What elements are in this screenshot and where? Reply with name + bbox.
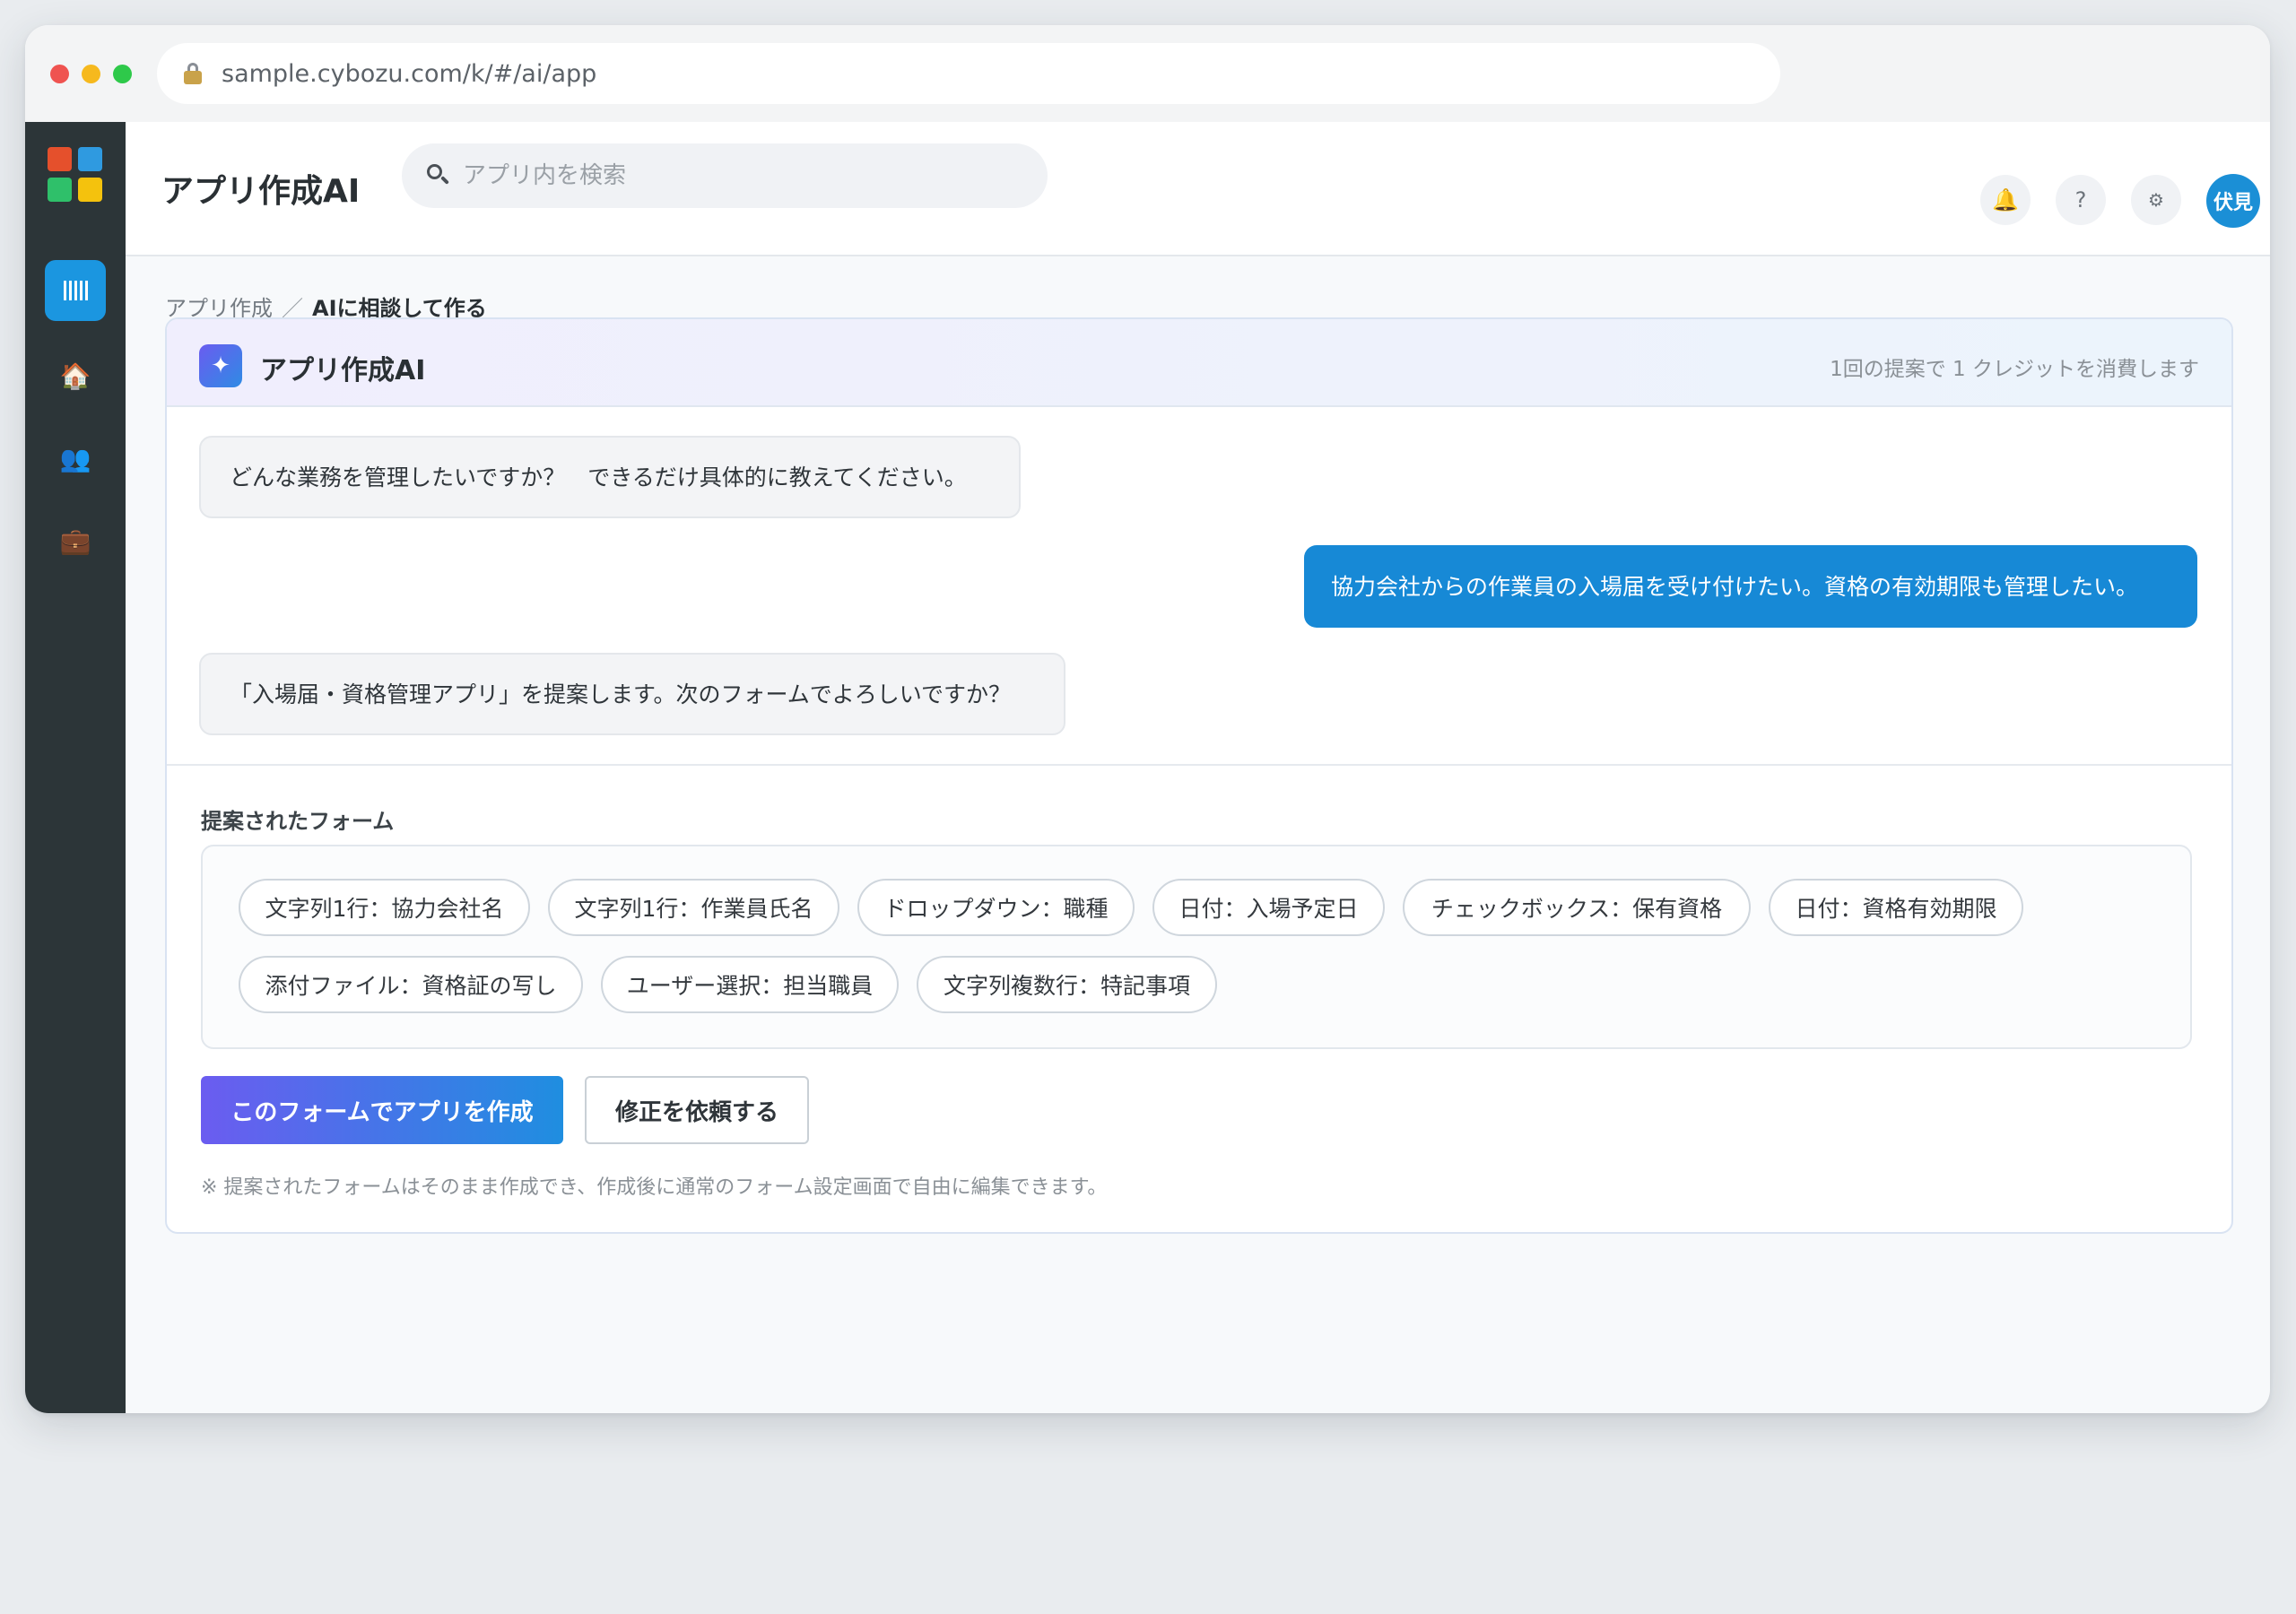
app-header: アプリ作成AI 🔔 ? ⚙ 伏見 [126,122,2270,256]
url-text[interactable]: sample.cybozu.com/k/#/ai/app [222,60,596,88]
create-app-button[interactable]: このフォームでアプリを作成 [201,1076,563,1144]
ai-assistant-panel: ✦ アプリ作成AI 1回の提案で 1 クレジットを消費します どんな業務を管理し… [165,317,2233,1234]
minimize-window-button[interactable] [82,65,100,83]
search-input[interactable] [461,161,1003,190]
address-bar[interactable]: sample.cybozu.com/k/#/ai/app [157,43,1780,104]
field-chip[interactable]: 日付：資格有効期限 [1769,879,2023,936]
help-icon: ? [2074,187,2087,213]
ai-message: どんな業務を管理したいですか？ できるだけ具体的に教えてください。 [199,436,1021,518]
bell-icon: 🔔 [1992,187,2019,213]
sidebar-item-people[interactable]: 👥 [45,429,106,490]
field-chip[interactable]: 文字列1行：協力会社名 [239,879,530,936]
house-icon: 🏠 [59,361,91,391]
browser-window: sample.cybozu.com/k/#/ai/app 🏠 👥 💼 アプリ作成… [25,25,2270,1413]
user-message: 協力会社からの作業員の入場届を受け付けたい。資格の有効期限も管理したい。 [1304,545,2197,628]
gear-icon: ⚙ [2148,189,2164,211]
field-chip[interactable]: 日付：入場予定日 [1152,879,1385,936]
close-window-button[interactable] [50,65,69,83]
maximize-window-button[interactable] [113,65,132,83]
notifications-button[interactable]: 🔔 [1980,175,2031,225]
sidebar: 🏠 👥 💼 [25,122,126,1413]
avatar[interactable]: 伏見 [2206,174,2260,228]
help-note: ※ 提案されたフォームはそのまま作成でき、作成後に通常のフォーム設定画面で自由に… [201,1176,1108,1199]
search-icon [427,164,450,187]
field-chip[interactable]: ユーザー選択：担当職員 [601,956,899,1013]
ai-message: 「入場届・資格管理アプリ」を提案します。次のフォームでよろしいですか？ [199,653,1065,735]
sparkle-icon: ✦ [199,344,242,387]
field-chip[interactable]: 添付ファイル：資格証の写し [239,956,583,1013]
field-chip[interactable]: チェックボックス：保有資格 [1403,879,1751,936]
sidebar-item-home[interactable]: 🏠 [45,346,106,407]
field-chip[interactable]: ドロップダウン：職種 [857,879,1135,936]
panel-title: アプリ作成AI [260,355,426,386]
sidebar-item-space[interactable]: 💼 [45,511,106,572]
app-logo-icon[interactable] [48,147,103,203]
credit-note: 1回の提案で 1 クレジットを消費します [1830,358,2199,381]
field-chip[interactable]: 文字列1行：作業員氏名 [548,879,839,936]
apps-grid-icon [63,281,88,300]
browser-chrome: sample.cybozu.com/k/#/ai/app [25,25,2270,122]
proposed-fields-box: 文字列1行：協力会社名 文字列1行：作業員氏名 ドロップダウン：職種 日付：入場… [201,845,2192,1049]
request-revision-button[interactable]: 修正を依頼する [585,1076,809,1144]
folder-icon: 💼 [59,526,91,556]
people-icon: 👥 [59,444,91,473]
lock-icon [184,63,202,84]
divider [167,764,2231,766]
search-box[interactable] [402,143,1048,208]
page-title: アプリ作成AI [161,173,361,210]
form-section-label: 提案されたフォーム [201,809,395,834]
help-button[interactable]: ? [2056,175,2106,225]
panel-header: ✦ アプリ作成AI 1回の提案で 1 クレジットを消費します [167,319,2231,407]
field-chip[interactable]: 文字列複数行：特記事項 [917,956,1217,1013]
settings-button[interactable]: ⚙ [2131,175,2181,225]
sidebar-item-apps[interactable] [45,260,106,321]
